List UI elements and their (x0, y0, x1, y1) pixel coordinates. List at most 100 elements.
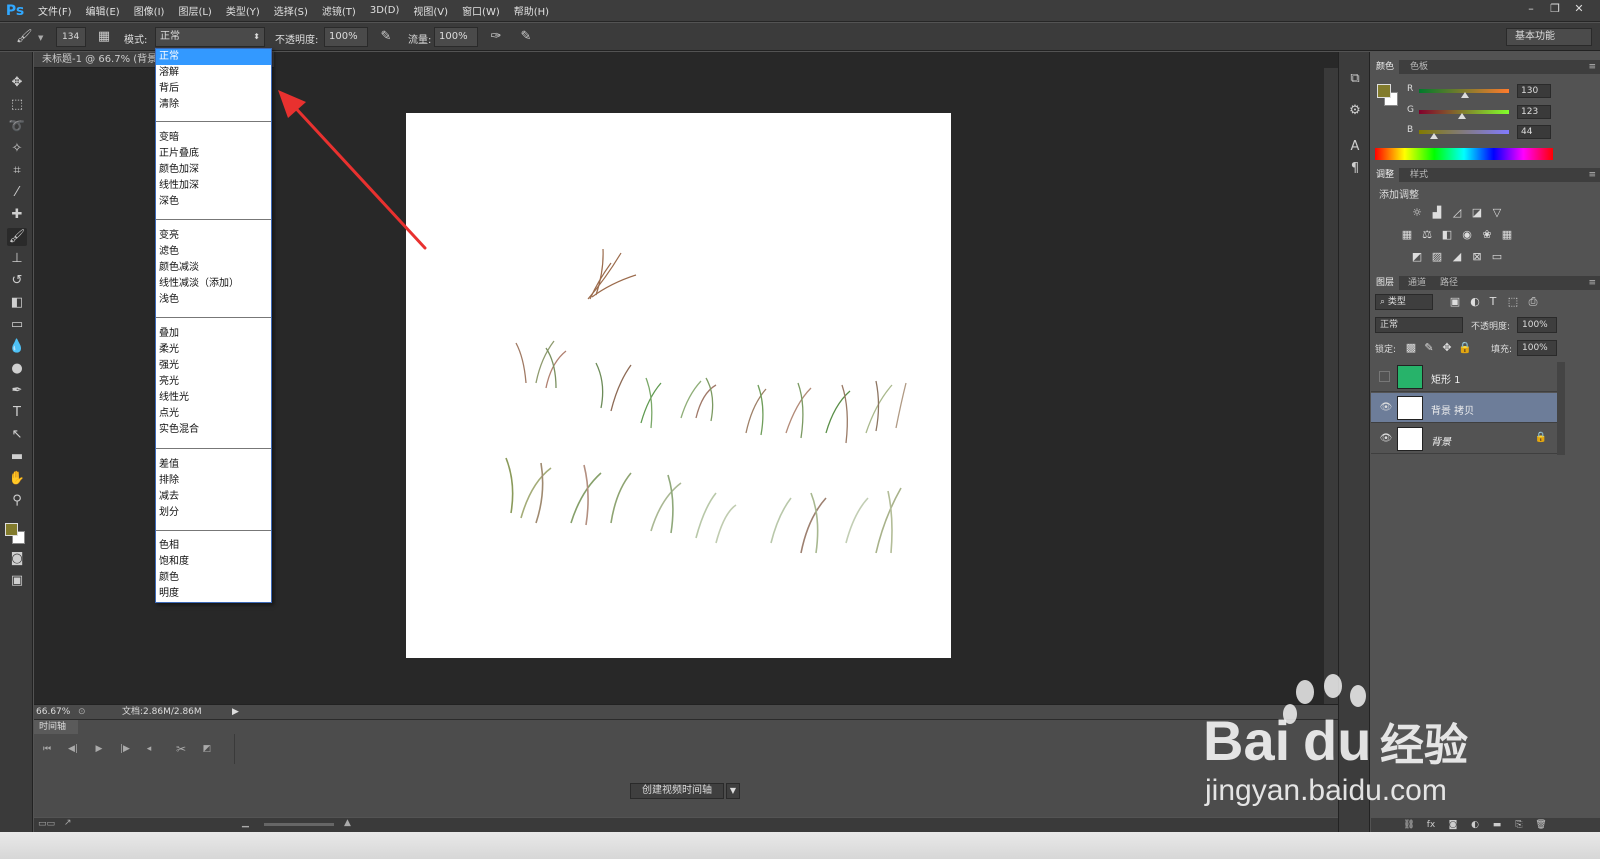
menu-filter[interactable]: 滤镜(T) (322, 3, 356, 18)
color-spectrum-bar[interactable] (1375, 148, 1553, 160)
layer-blend-mode-select[interactable]: 正常 (1375, 317, 1463, 333)
history-icon[interactable]: ⧉ (1346, 70, 1364, 88)
screen-mode-icon[interactable]: ▣ (7, 572, 27, 590)
type-tool-icon[interactable]: T (7, 404, 27, 422)
blend-option[interactable]: 溶解 (156, 65, 271, 81)
black-white-icon[interactable]: ◧ (1439, 228, 1455, 242)
lock-transparent-icon[interactable]: ▩ (1403, 341, 1419, 355)
quick-select-tool-icon[interactable]: ✧ (7, 140, 27, 158)
blend-option[interactable]: 颜色减淡 (156, 260, 271, 276)
pen-tool-icon[interactable]: ✒ (7, 382, 27, 400)
trash-icon[interactable]: 🗑 (1533, 818, 1549, 832)
new-layer-icon[interactable]: ⎘ (1511, 818, 1527, 832)
zoom-level[interactable]: 66.67% (36, 705, 70, 719)
red-value-input[interactable]: 130 (1517, 84, 1551, 98)
menu-select[interactable]: 选择(S) (274, 3, 308, 18)
eye-icon[interactable]: 👁 (1379, 401, 1393, 415)
layers-scrollbar[interactable] (1557, 362, 1565, 455)
marquee-tool-icon[interactable]: ⬚ (7, 96, 27, 114)
menu-edit[interactable]: 编辑(E) (86, 3, 120, 18)
crop-tool-icon[interactable]: ⌗ (7, 162, 27, 180)
blur-tool-icon[interactable]: 💧 (7, 338, 27, 356)
brush-preset-icon[interactable]: 🖌 (16, 29, 33, 45)
audio-icon[interactable]: ◂ (140, 742, 158, 756)
shape-tool-icon[interactable]: ▬ (7, 448, 27, 466)
blend-option[interactable]: 颜色加深 (156, 162, 271, 178)
zoom-out-icon[interactable]: ▁ (242, 818, 249, 828)
scissors-icon[interactable]: ✂ (172, 742, 190, 756)
quick-mask-icon[interactable]: ◙ (7, 550, 27, 568)
blend-option[interactable]: 饱和度 (156, 554, 271, 570)
panel-menu-icon[interactable]: ≡ (1588, 168, 1596, 182)
blend-option[interactable]: 柔光 (156, 342, 271, 358)
next-frame-icon[interactable]: |▶ (116, 742, 134, 756)
previous-frame-icon[interactable]: ◀| (64, 742, 82, 756)
workspace-select[interactable]: 基本功能 (1506, 28, 1592, 46)
lock-all-icon[interactable]: 🔒 (1457, 341, 1473, 355)
minimize-button[interactable]: – (1520, 1, 1542, 17)
posterize-icon[interactable]: ▨ (1429, 250, 1445, 264)
blend-option[interactable]: 滤色 (156, 244, 271, 260)
blend-option[interactable]: 变亮 (156, 228, 271, 244)
brush-size-picker[interactable]: 134 (56, 27, 86, 47)
render-icon[interactable]: ↗ (64, 818, 72, 828)
green-slider-knob[interactable] (1458, 113, 1467, 119)
channel-mixer-icon[interactable]: ❀ (1479, 228, 1495, 242)
photo-filter-icon[interactable]: ◉ (1459, 228, 1475, 242)
zoom-in-icon[interactable]: ▲ (344, 818, 351, 828)
selective-color-icon[interactable]: ⊠ (1469, 250, 1485, 264)
frame-mode-icon[interactable]: ▭▭ (38, 819, 55, 829)
brush-panel-icon[interactable]: ▦ (96, 29, 112, 45)
tab-paths[interactable]: 路径 (1435, 276, 1463, 290)
menu-type[interactable]: 类型(Y) (226, 3, 260, 18)
properties-icon[interactable]: ⚙ (1346, 102, 1364, 120)
add-mask-icon[interactable]: ◙ (1445, 818, 1461, 832)
hue-saturation-icon[interactable]: ▦ (1399, 228, 1415, 242)
stamp-tool-icon[interactable]: ⊥ (7, 250, 27, 268)
vibrance-icon[interactable]: ▽ (1489, 206, 1505, 220)
blend-option[interactable]: 叠加 (156, 326, 271, 342)
lasso-tool-icon[interactable]: ➰ (7, 118, 27, 136)
play-icon[interactable]: ▶ (90, 742, 108, 756)
eye-icon[interactable]: 👁 (1379, 432, 1393, 446)
blend-option[interactable]: 浅色 (156, 292, 271, 308)
gradient-tool-icon[interactable]: ▭ (7, 316, 27, 334)
invert-icon[interactable]: ◩ (1409, 250, 1425, 264)
new-adjustment-icon[interactable]: ◐ (1467, 818, 1483, 832)
document-canvas[interactable] (406, 113, 951, 658)
pressure-size-icon[interactable]: ✎ (518, 29, 534, 45)
move-tool-icon[interactable]: ✥ (7, 74, 27, 92)
menu-window[interactable]: 窗口(W) (462, 3, 500, 18)
color-fg-swatch[interactable] (1377, 84, 1391, 98)
blend-option[interactable]: 变暗 (156, 130, 271, 146)
blend-option[interactable]: 深色 (156, 194, 271, 210)
create-video-timeline-button[interactable]: 创建视频时间轴 (630, 783, 724, 799)
new-group-icon[interactable]: ▬ (1489, 818, 1505, 832)
chevron-down-icon[interactable]: ▼ (38, 34, 43, 42)
zoom-tool-icon[interactable]: ⚲ (7, 492, 27, 510)
menu-layer[interactable]: 图层(L) (178, 3, 211, 18)
blend-option[interactable]: 颜色 (156, 570, 271, 586)
blend-option[interactable]: 线性减淡（添加） (156, 276, 271, 292)
hand-tool-icon[interactable]: ✋ (7, 470, 27, 488)
filter-smart-object-icon[interactable]: ⎙ (1525, 295, 1541, 309)
blue-value-input[interactable]: 44 (1517, 125, 1551, 139)
blend-option[interactable]: 正片叠底 (156, 146, 271, 162)
timeline-tab[interactable]: 时间轴 (34, 720, 78, 734)
mode-select[interactable]: 正常 ⬍ (155, 27, 265, 47)
filter-shape-icon[interactable]: ⬚ (1505, 295, 1521, 309)
menu-image[interactable]: 图像(I) (134, 3, 165, 18)
layer-row-rectangle-1[interactable]: 矩形 1 (1371, 362, 1557, 392)
blend-option[interactable]: 线性光 (156, 390, 271, 406)
pressure-opacity-icon[interactable]: ✎ (378, 29, 394, 45)
blend-option[interactable]: 清除 (156, 97, 271, 113)
blend-option[interactable]: 背后 (156, 81, 271, 97)
restore-button[interactable]: ❐ (1544, 1, 1566, 17)
filter-type-icon[interactable]: T (1485, 295, 1501, 309)
blend-option[interactable]: 划分 (156, 505, 271, 521)
levels-icon[interactable]: ▟ (1429, 206, 1445, 220)
blend-option[interactable]: 排除 (156, 473, 271, 489)
blend-option[interactable]: 实色混合 (156, 422, 271, 438)
color-lookup-icon[interactable]: ▦ (1499, 228, 1515, 242)
tab-adjustments[interactable]: 调整 (1371, 168, 1400, 182)
